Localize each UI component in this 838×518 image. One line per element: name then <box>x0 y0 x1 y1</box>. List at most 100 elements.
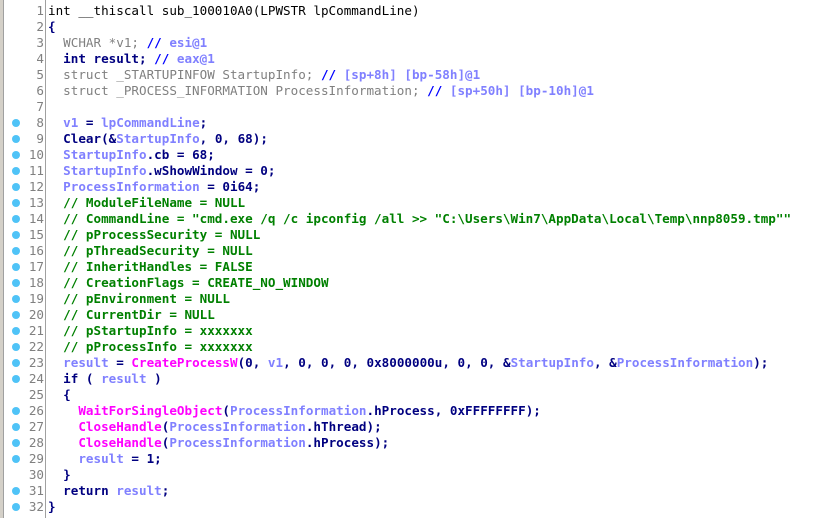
code-token[interactable]: lpCommandLine <box>101 115 200 130</box>
breakpoint-dot-icon[interactable] <box>12 311 20 319</box>
code-token: // pEnvironment = NULL <box>48 291 230 306</box>
code-line[interactable]: 16 // pThreadSecurity = NULL <box>0 243 838 259</box>
code-line[interactable]: 5 struct _STARTUPINFOW StartupInfo; // [… <box>0 67 838 83</box>
breakpoint-dot-icon[interactable] <box>12 183 20 191</box>
code-line[interactable]: 14 // CommandLine = "cmd.exe /q /c ipcon… <box>0 211 838 227</box>
code-token: , 0, 68); <box>199 131 268 146</box>
code-token: return <box>48 483 117 498</box>
code-line[interactable]: 28 CloseHandle(ProcessInformation.hProce… <box>0 435 838 451</box>
code-token[interactable]: [sp+8h] [bp-58h]@1 <box>344 67 480 82</box>
code-token[interactable]: WaitForSingleObject <box>78 403 222 418</box>
breakpoint-dot-icon[interactable] <box>12 359 20 367</box>
line-number: 30 <box>28 467 44 482</box>
code-token[interactable]: ProcessInformation <box>617 355 753 370</box>
breakpoint-dot-icon[interactable] <box>12 199 20 207</box>
line-number: 22 <box>28 339 44 354</box>
code-line[interactable]: 1 int __thiscall sub_100010A0(LPWSTR lpCo… <box>0 3 838 19</box>
code-line[interactable]: 23 result = CreateProcessW(0, v1, 0, 0, … <box>0 355 838 371</box>
breakpoint-dot-icon[interactable] <box>12 231 20 239</box>
code-token[interactable]: StartupInfo <box>63 163 146 178</box>
breakpoint-dot-icon[interactable] <box>12 295 20 303</box>
breakpoint-dot-icon[interactable] <box>12 279 20 287</box>
code-line[interactable]: 15 // pProcessSecurity = NULL <box>0 227 838 243</box>
code-line[interactable]: 19 // pEnvironment = NULL <box>0 291 838 307</box>
breakpoint-dot-icon[interactable] <box>12 263 20 271</box>
code-token: .hProcess); <box>305 435 390 450</box>
code-line[interactable]: 25 { <box>0 387 838 403</box>
code-token[interactable]: CloseHandle <box>78 435 161 450</box>
code-token: ; <box>199 115 208 130</box>
code-line[interactable]: 21 // pStartupInfo = xxxxxxx <box>0 323 838 339</box>
code-line[interactable]: 9 Clear(&StartupInfo, 0, 68); <box>0 131 838 147</box>
breakpoint-dot-icon[interactable] <box>12 375 20 383</box>
code-line[interactable]: 10 StartupInfo.cb = 68; <box>0 147 838 163</box>
code-token[interactable]: result <box>101 371 147 386</box>
breakpoint-dot-icon[interactable] <box>12 215 20 223</box>
code-line[interactable]: 11 StartupInfo.wShowWindow = 0; <box>0 163 838 179</box>
code-line[interactable]: 6 struct _PROCESS_INFORMATION ProcessInf… <box>0 83 838 99</box>
code-text: int result; // eax@1 <box>48 51 215 67</box>
code-line[interactable]: 29 result = 1; <box>0 451 838 467</box>
breakpoint-dot-icon[interactable] <box>12 135 20 143</box>
code-token[interactable]: StartupInfo <box>116 131 199 146</box>
code-token: // pProcessInfo = xxxxxxx <box>48 339 253 354</box>
code-line[interactable]: 13 // ModuleFileName = NULL <box>0 195 838 211</box>
breakpoint-dot-icon[interactable] <box>12 487 20 495</box>
code-line[interactable]: 22 // pProcessInfo = xxxxxxx <box>0 339 838 355</box>
code-token[interactable]: ProcessInformation <box>169 419 305 434</box>
code-line[interactable]: 4 int result; // eax@1 <box>0 51 838 67</box>
code-token[interactable]: result <box>116 483 162 498</box>
code-line[interactable]: 7 <box>0 99 838 115</box>
line-number: 15 <box>28 227 44 242</box>
line-number: 14 <box>28 211 44 226</box>
code-text: result = 1; <box>48 451 161 467</box>
code-token: Clear(& <box>48 131 117 146</box>
line-number: 9 <box>36 131 44 146</box>
code-line[interactable]: 24 if ( result ) <box>0 371 838 387</box>
breakpoint-dot-icon[interactable] <box>12 455 20 463</box>
code-line[interactable]: 27 CloseHandle(ProcessInformation.hThrea… <box>0 419 838 435</box>
code-text: } <box>48 467 71 483</box>
breakpoint-dot-icon[interactable] <box>12 327 20 335</box>
code-token: // CreationFlags = CREATE_NO_WINDOW <box>48 275 329 290</box>
breakpoint-dot-icon[interactable] <box>12 343 20 351</box>
code-token[interactable]: StartupInfo <box>63 147 146 162</box>
code-line[interactable]: 12 ProcessInformation = 0i64; <box>0 179 838 195</box>
code-line[interactable]: 31 return result; <box>0 483 838 499</box>
code-token: , & <box>593 355 617 370</box>
breakpoint-dot-icon[interactable] <box>12 423 20 431</box>
code-line[interactable]: 26 WaitForSingleObject(ProcessInformatio… <box>0 403 838 419</box>
line-number: 10 <box>28 147 44 162</box>
code-line[interactable]: 30 } <box>0 467 838 483</box>
code-token: struct _PROCESS_INFORMATION ProcessInfor… <box>48 83 428 98</box>
breakpoint-dot-icon[interactable] <box>12 503 20 511</box>
code-token[interactable]: eax@1 <box>177 51 215 66</box>
code-token[interactable]: StartupInfo <box>511 355 594 370</box>
code-token[interactable]: CloseHandle <box>78 419 161 434</box>
breakpoint-dot-icon[interactable] <box>12 247 20 255</box>
code-line[interactable]: 18 // CreationFlags = CREATE_NO_WINDOW <box>0 275 838 291</box>
code-token[interactable]: esi@1 <box>169 35 207 50</box>
breakpoint-dot-icon[interactable] <box>12 119 20 127</box>
code-token: WCHAR *v1; <box>48 35 147 50</box>
code-token[interactable]: ProcessInformation <box>63 179 199 194</box>
breakpoint-dot-icon[interactable] <box>12 407 20 415</box>
breakpoint-dot-icon[interactable] <box>12 167 20 175</box>
code-token[interactable]: CreateProcessW <box>131 355 237 370</box>
code-line[interactable]: 8 v1 = lpCommandLine; <box>0 115 838 131</box>
code-token[interactable]: v1 <box>268 355 283 370</box>
pseudocode-view[interactable]: 1 int __thiscall sub_100010A0(LPWSTR lpCo… <box>0 3 838 515</box>
code-token[interactable]: ProcessInformation <box>169 435 305 450</box>
code-line[interactable]: 17 // InheritHandles = FALSE <box>0 259 838 275</box>
code-line[interactable]: 3 WCHAR *v1; // esi@1 <box>0 35 838 51</box>
code-token[interactable]: result <box>78 451 124 466</box>
breakpoint-dot-icon[interactable] <box>12 151 20 159</box>
code-token[interactable]: [sp+50h] [bp-10h]@1 <box>450 83 594 98</box>
breakpoint-dot-icon[interactable] <box>12 439 20 447</box>
code-token[interactable]: result <box>63 355 109 370</box>
code-line[interactable]: 20 // CurrentDir = NULL <box>0 307 838 323</box>
code-line[interactable]: 2{ <box>0 19 838 35</box>
code-token[interactable]: v1 <box>63 115 78 130</box>
code-line[interactable]: 32} <box>0 499 838 515</box>
code-token[interactable]: ProcessInformation <box>230 403 366 418</box>
